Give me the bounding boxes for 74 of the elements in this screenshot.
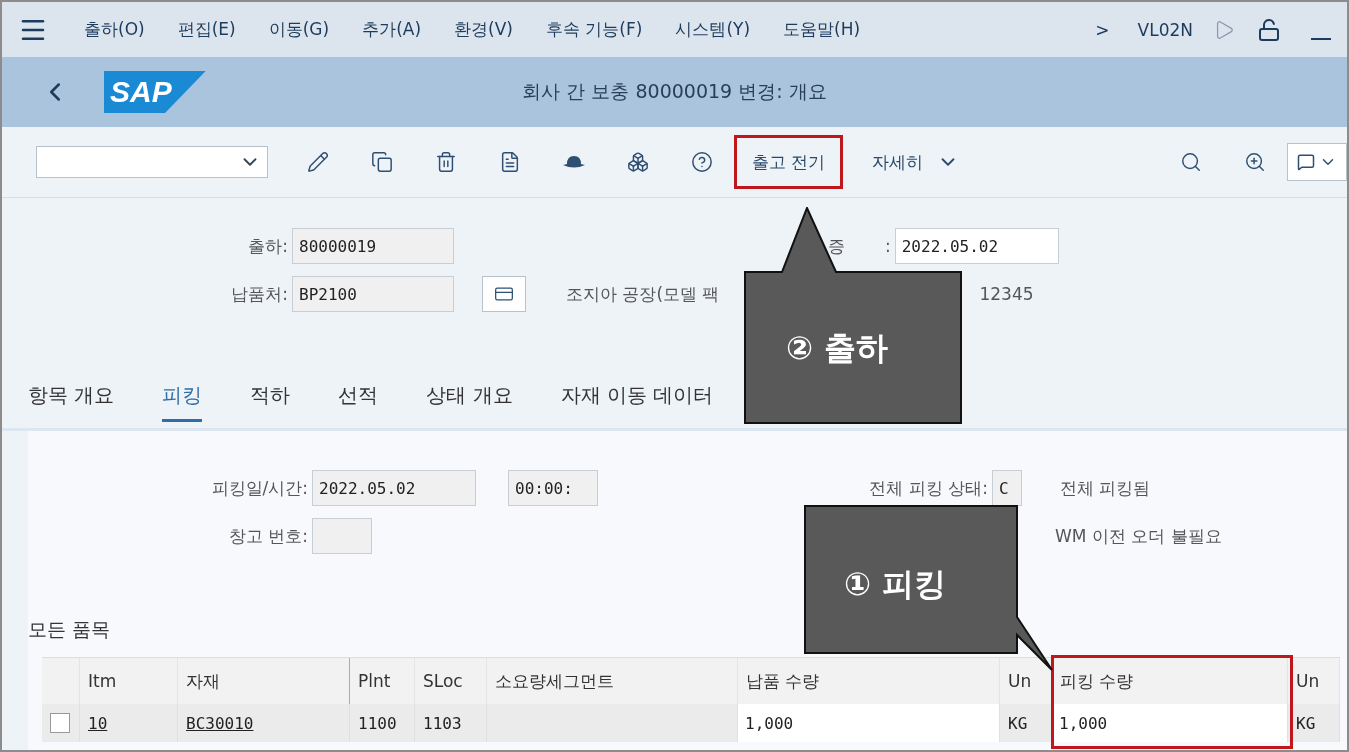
menu-item[interactable]: 후속 기능(F) [545,18,643,41]
trash-icon [435,151,457,173]
date-field[interactable]: 2022.05.02 [894,228,1059,264]
field-label: : [885,236,891,256]
table-cell[interactable]: 10 [80,704,178,742]
column-header[interactable]: SLoc [415,658,487,704]
quantity-field[interactable]: 1,000 [738,704,1000,742]
window-title: 회사 간 보충 80000019 변경: 개요 [522,80,827,102]
table-cell: KG [1288,704,1340,742]
search-icon [1180,151,1202,173]
menu-item[interactable]: 환경(V) [454,18,513,41]
callout-text: ① 피킹 [844,564,947,605]
tab[interactable]: 자재 이동 데이터 [560,382,714,422]
post-goods-issue-button[interactable]: 출고 전기 [734,135,844,189]
boxes-icon [627,151,649,173]
callout-text: ② 출하 [786,328,889,369]
column-header[interactable]: Itm [80,658,178,704]
column-header[interactable]: Un [1288,658,1340,704]
tab[interactable]: 상태 개요 [426,382,513,422]
menu-item[interactable]: 이동(G) [268,18,330,41]
copy-icon [371,151,393,173]
column-header[interactable]: 자재 [178,658,350,704]
menu-item[interactable]: 시스템(Y) [675,18,751,41]
menu-item[interactable]: 출하(O) [84,18,145,41]
quantity-field[interactable]: 1,000 [1052,704,1288,742]
tab[interactable]: 선적 [338,382,379,422]
minimize-icon[interactable] [1311,37,1331,40]
tab[interactable]: 적하 [250,382,291,422]
transaction-code: VL02N [1137,19,1193,40]
field-label: 전체 피킹 상태: [868,476,989,500]
menu-item[interactable]: 편집(E) [177,18,236,41]
table-title: 모든 품목 [28,617,111,642]
ship-to-field[interactable]: BP2100 [292,276,454,312]
field-label: 출하: [247,234,289,258]
help-icon [691,151,713,173]
field-label: 창고 번호: [227,524,309,548]
tab[interactable]: 항목 개요 [28,382,115,422]
dropdown-field[interactable] [36,146,268,178]
column-header[interactable]: Plnt [350,658,415,704]
more-button[interactable]: 자세히 [857,135,975,189]
menu-item[interactable]: 도움말(H) [783,18,861,41]
more-arrow[interactable]: > [1095,19,1110,40]
message-button[interactable] [1287,143,1347,181]
column-header[interactable]: 납품 수량 [738,658,1000,704]
picking-time-field[interactable]: 00:00: [508,470,598,506]
document-icon [499,151,521,173]
table-cell: 1103 [415,704,487,742]
unlock-icon[interactable] [1257,17,1281,42]
sap-logo: SAP [104,71,206,113]
field-label: 증 [828,234,845,258]
table-cell[interactable]: BC30010 [178,704,350,742]
address-text: 12345 [979,284,1034,304]
menu-item[interactable]: 추가(A) [362,18,422,41]
tab[interactable]: 피킹 [162,382,203,422]
column-header[interactable]: 소요량세그먼트 [487,658,738,704]
table-cell: 1100 [350,704,415,742]
field-label: 납품처: [230,282,289,306]
status-text: 전체 피킹됨 [1060,476,1151,500]
hat-icon [562,154,586,170]
message-icon [1297,153,1315,171]
delivery-field[interactable]: 80000019 [292,228,454,264]
address-text: 조지아 공장(모델 팩 [566,282,720,306]
column-header[interactable]: 피킹 수량 [1052,658,1288,704]
table-cell: KG [1000,704,1052,742]
status-text: WM 이전 오더 불필요 [1055,524,1222,548]
warehouse-field[interactable] [312,518,372,554]
column-header[interactable]: Un [1000,658,1052,704]
pencil-icon [307,151,329,173]
row-checkbox[interactable] [50,713,70,733]
picking-status-field[interactable]: C [992,470,1022,506]
picking-date-field[interactable]: 2022.05.02 [312,470,476,506]
field-label: 피킹일/시간: [210,476,309,500]
zoom-in-icon [1244,151,1266,173]
address-button[interactable] [482,276,526,312]
